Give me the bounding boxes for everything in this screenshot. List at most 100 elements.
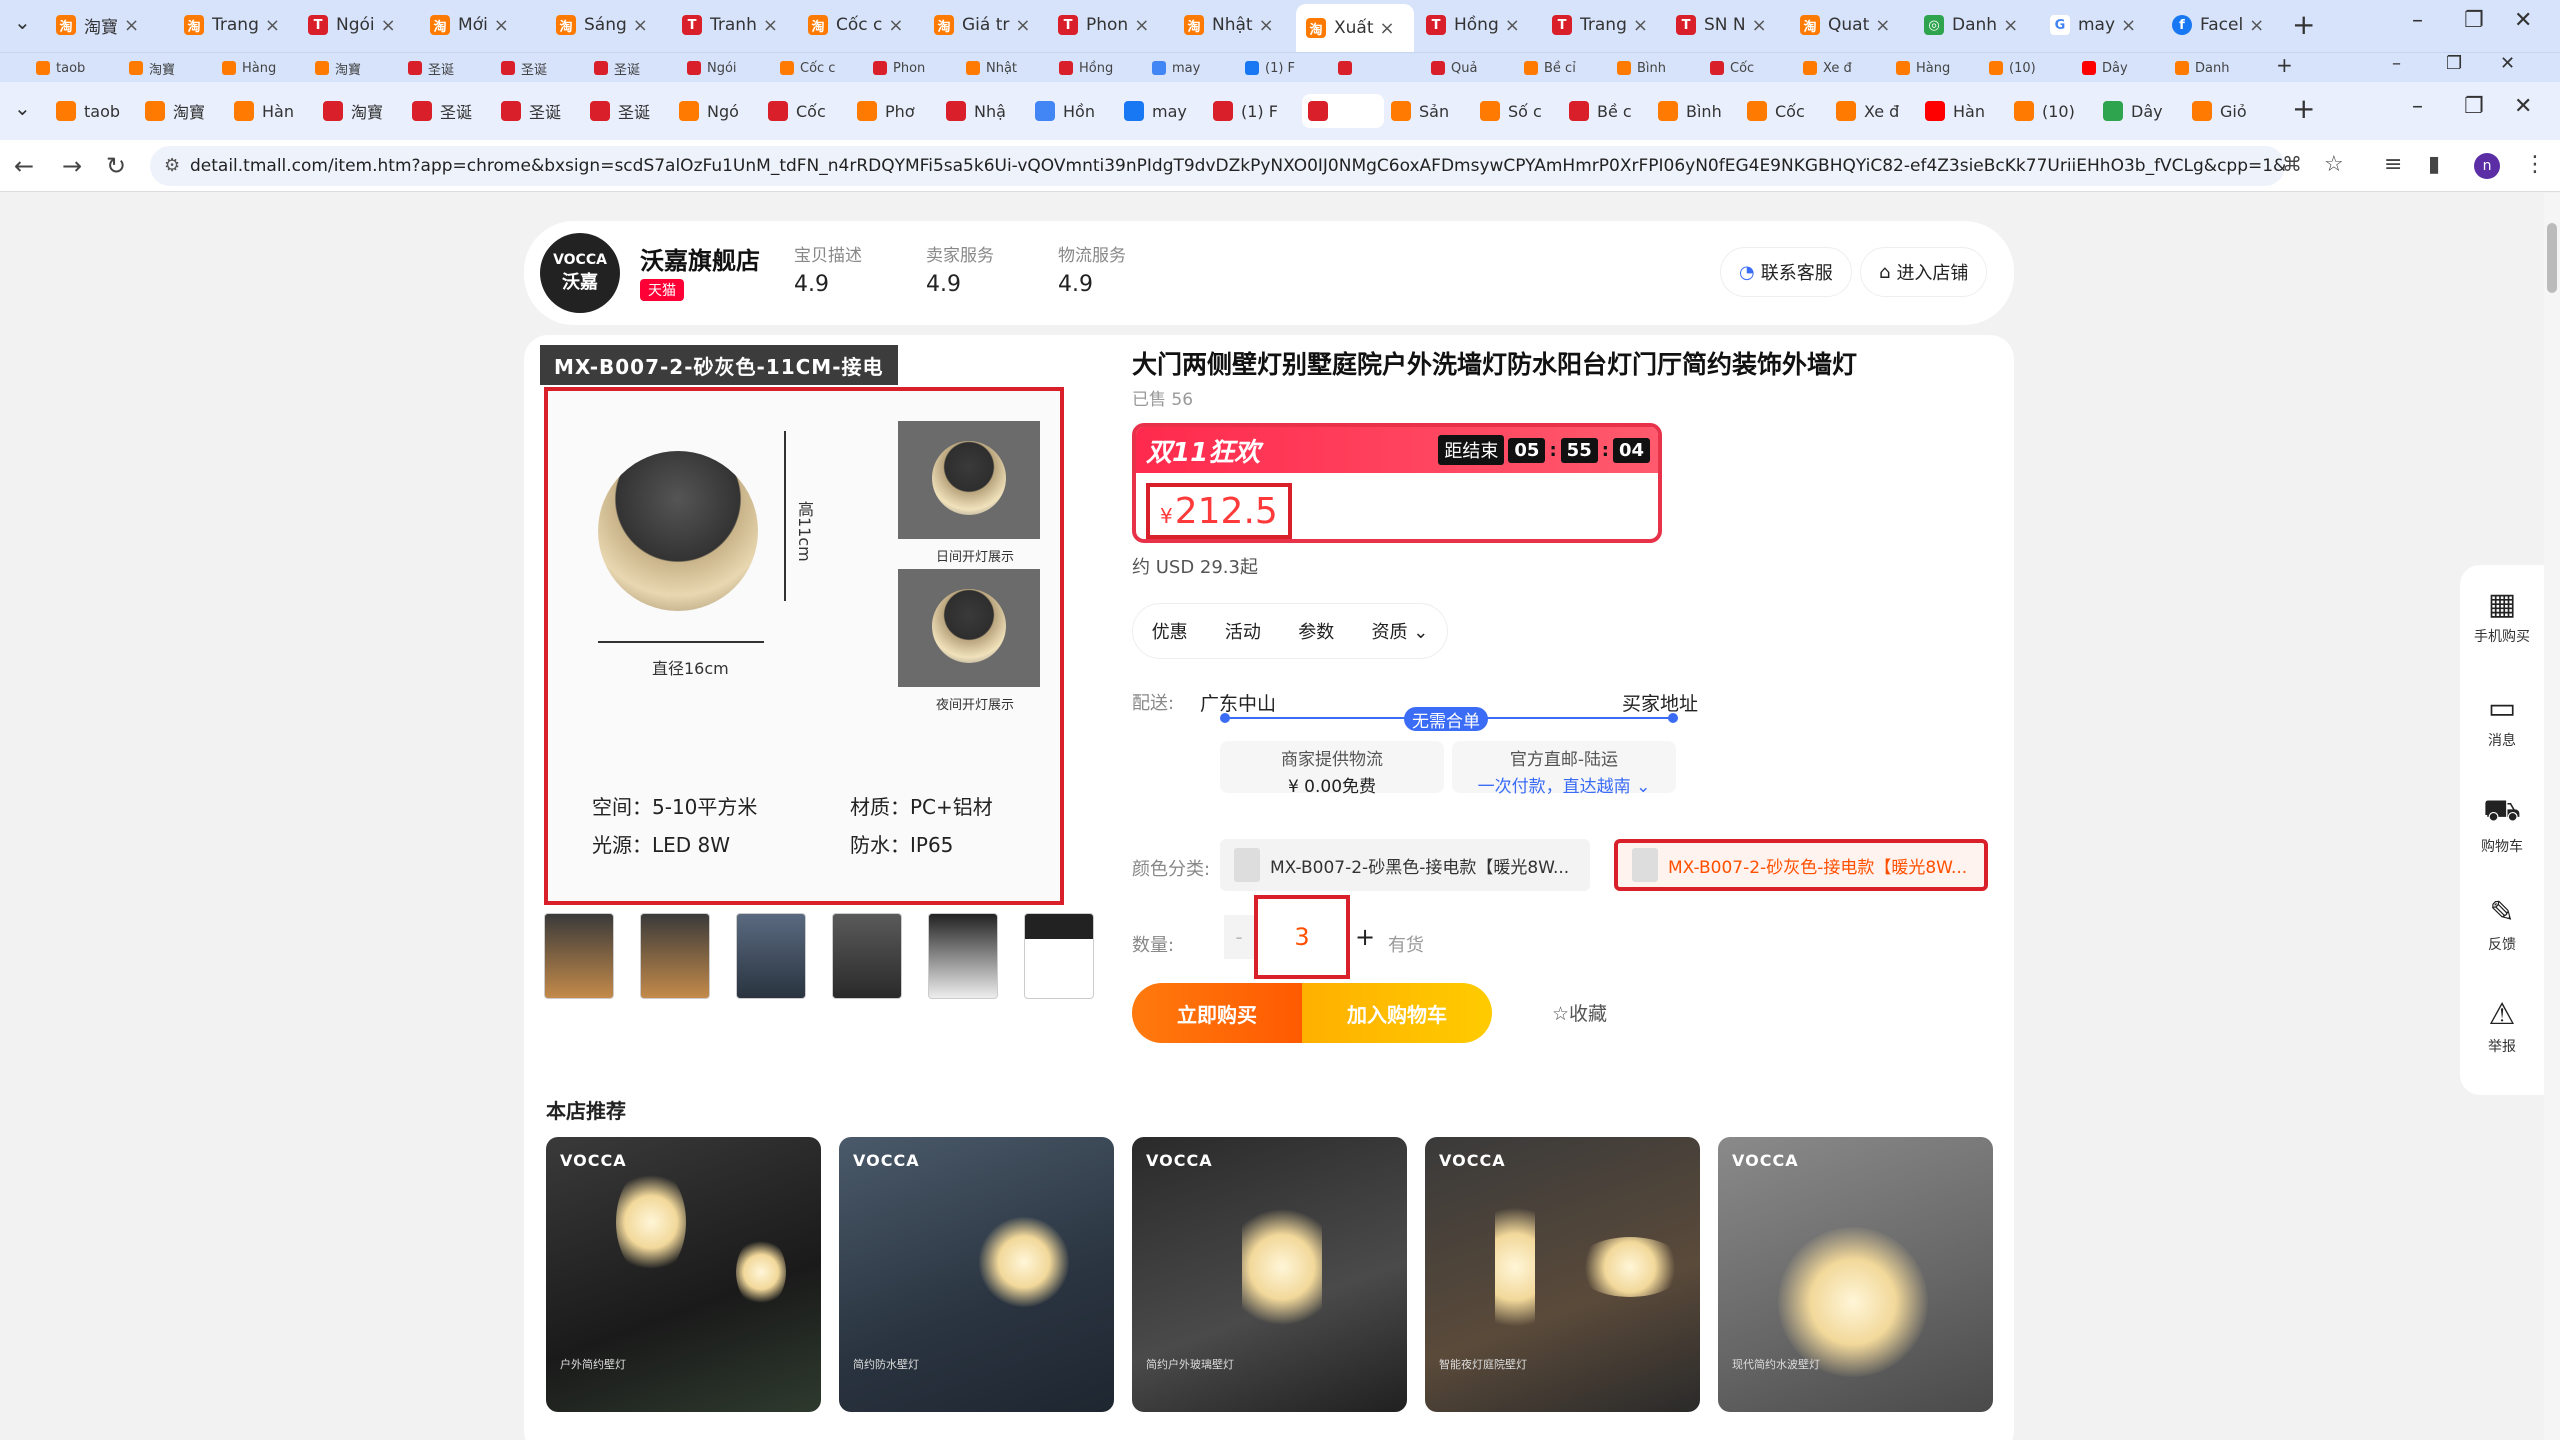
- store-name[interactable]: 沃嘉旗舰店: [640, 241, 760, 276]
- menu-icon[interactable]: ⋮: [2524, 152, 2546, 177]
- tab[interactable]: Bề c: [1569, 94, 1651, 128]
- close-icon[interactable]: ×: [2003, 15, 2018, 36]
- contact-service-button[interactable]: ◔ 联系客服: [1720, 247, 1852, 297]
- recommend-item[interactable]: VOCCA 现代简约水波壁灯: [1718, 1137, 1993, 1412]
- cart-button[interactable]: ⛟ 购物车: [2460, 793, 2544, 856]
- close-icon[interactable]: ×: [1633, 15, 1648, 36]
- close-icon[interactable]: ×: [888, 15, 903, 36]
- background-tab[interactable]: Ngói: [687, 57, 771, 79]
- tab[interactable]: 淘 Quat ×: [1800, 8, 1900, 42]
- background-tab[interactable]: taob: [36, 57, 120, 79]
- tab[interactable]: ◎ Danh ×: [1924, 8, 2024, 42]
- tab[interactable]: Cốc: [768, 94, 850, 128]
- close-icon[interactable]: ×: [2249, 15, 2264, 36]
- restore-icon[interactable]: ❐: [2464, 94, 2484, 119]
- background-tab[interactable]: (1) F: [1245, 57, 1329, 79]
- forward-icon[interactable]: →: [62, 152, 82, 180]
- side-panel-icon[interactable]: ▮: [2428, 152, 2440, 177]
- tab[interactable]: Xe đ: [1836, 94, 1918, 128]
- tab[interactable]: 淘 Cốc c ×: [808, 8, 908, 42]
- tab-active[interactable]: [1302, 94, 1384, 128]
- tab[interactable]: Nhậ: [946, 94, 1028, 128]
- minimize-icon[interactable]: –: [2392, 53, 2401, 74]
- close-icon[interactable]: ×: [1134, 15, 1149, 36]
- new-tab-icon[interactable]: +: [2276, 53, 2293, 77]
- bookmark-star-icon[interactable]: ☆: [2324, 152, 2344, 177]
- recommend-item[interactable]: VOCCA 智能夜灯庭院壁灯: [1425, 1137, 1700, 1412]
- background-tab[interactable]: Bình: [1617, 57, 1701, 79]
- thumbnail[interactable]: [832, 913, 902, 999]
- tab[interactable]: (1) F: [1213, 94, 1295, 128]
- tab[interactable]: 淘 Nhật ×: [1184, 8, 1284, 42]
- tab[interactable]: Ngó: [679, 94, 761, 128]
- official-direct-mail-card[interactable]: 官方直邮-陆运 一次付款，直达越南 ⌄: [1452, 741, 1676, 797]
- tab-active[interactable]: 淘 Xuất ×: [1296, 4, 1414, 52]
- minimize-icon[interactable]: –: [2412, 8, 2423, 33]
- tab[interactable]: T Tranh ×: [682, 8, 782, 42]
- tab[interactable]: T Trang ×: [1552, 8, 1652, 42]
- close-icon[interactable]: ×: [124, 15, 139, 36]
- report-button[interactable]: ⚠ 举报: [2460, 997, 2544, 1056]
- tab[interactable]: 淘 Trang ×: [184, 8, 284, 42]
- reload-icon[interactable]: ↻: [106, 152, 126, 180]
- tab[interactable]: Hồn: [1035, 94, 1117, 128]
- background-tab[interactable]: Dây: [2082, 57, 2166, 79]
- close-icon[interactable]: ×: [1015, 15, 1030, 36]
- quantity-increase-button[interactable]: +: [1350, 915, 1380, 959]
- tab[interactable]: T Phon ×: [1058, 8, 1158, 42]
- new-tab-icon[interactable]: +: [2292, 8, 2315, 41]
- new-tab-icon[interactable]: +: [2292, 92, 2315, 125]
- tab[interactable]: T Ngói ×: [308, 8, 408, 42]
- minimize-icon[interactable]: –: [2412, 94, 2423, 119]
- page-scrollbar[interactable]: [2544, 193, 2560, 1440]
- background-tab[interactable]: (10): [1989, 57, 2073, 79]
- close-icon[interactable]: ×: [381, 15, 396, 36]
- background-tab[interactable]: Cốc: [1710, 57, 1794, 79]
- tab[interactable]: Bình: [1658, 94, 1740, 128]
- buy-now-button[interactable]: 立即购买: [1132, 983, 1302, 1043]
- background-tab[interactable]: Quả: [1431, 57, 1515, 79]
- ship-to[interactable]: 买家地址: [1622, 689, 1698, 716]
- tab-search-icon[interactable]: ⌄: [14, 96, 31, 120]
- tab[interactable]: 淘 Giá tr ×: [934, 8, 1034, 42]
- close-icon[interactable]: ×: [1505, 15, 1520, 36]
- sku-option-sand-black[interactable]: MX-B007-2-砂黑色-接电款【暖光8W...: [1220, 839, 1590, 891]
- tab[interactable]: 圣诞: [412, 94, 494, 128]
- close-icon[interactable]: ×: [265, 15, 280, 36]
- favorite-button[interactable]: ☆收藏: [1552, 999, 1607, 1026]
- thumbnail[interactable]: [928, 913, 998, 999]
- add-to-cart-button[interactable]: 加入购物车: [1302, 983, 1492, 1043]
- restore-icon[interactable]: ❐: [2464, 8, 2484, 33]
- tab[interactable]: Hàn: [1925, 94, 2007, 128]
- background-tab[interactable]: Hồng: [1059, 57, 1143, 79]
- feedback-button[interactable]: ✎ 反馈: [2460, 895, 2544, 954]
- profile-avatar[interactable]: n: [2474, 153, 2500, 179]
- restore-icon[interactable]: ❐: [2446, 53, 2462, 74]
- site-info-icon[interactable]: ⚙: [164, 155, 180, 176]
- thumbnail[interactable]: [736, 913, 806, 999]
- background-tab[interactable]: Cốc c: [780, 57, 864, 79]
- tab[interactable]: Số c: [1480, 94, 1562, 128]
- scrollbar-thumb[interactable]: [2547, 223, 2557, 293]
- tab[interactable]: Gmay ×: [2050, 8, 2150, 42]
- tab-params[interactable]: 参数: [1298, 618, 1334, 644]
- background-tab[interactable]: Nhật: [966, 57, 1050, 79]
- tab[interactable]: T SN N ×: [1676, 8, 1776, 42]
- tab[interactable]: Giỏ: [2192, 94, 2274, 128]
- background-tab[interactable]: 圣诞: [594, 57, 678, 79]
- tab[interactable]: Hàn: [234, 94, 316, 128]
- thumbnail[interactable]: [544, 913, 614, 999]
- quantity-input[interactable]: 3: [1254, 895, 1350, 979]
- tab[interactable]: 淘淘寶 ×: [56, 8, 156, 42]
- close-window-icon[interactable]: ✕: [2514, 94, 2532, 119]
- tab[interactable]: Dây: [2103, 94, 2185, 128]
- tab-discount[interactable]: 优惠: [1152, 618, 1188, 644]
- close-icon[interactable]: ×: [1259, 15, 1274, 36]
- background-tab[interactable]: Xe đ: [1803, 57, 1887, 79]
- tab[interactable]: 圣诞: [590, 94, 672, 128]
- tab-search-icon[interactable]: ⌄: [14, 10, 31, 34]
- tab[interactable]: may: [1124, 94, 1206, 128]
- tab[interactable]: Sản: [1391, 94, 1473, 128]
- close-icon[interactable]: ×: [1380, 18, 1395, 39]
- background-tab[interactable]: Danh: [2175, 57, 2259, 79]
